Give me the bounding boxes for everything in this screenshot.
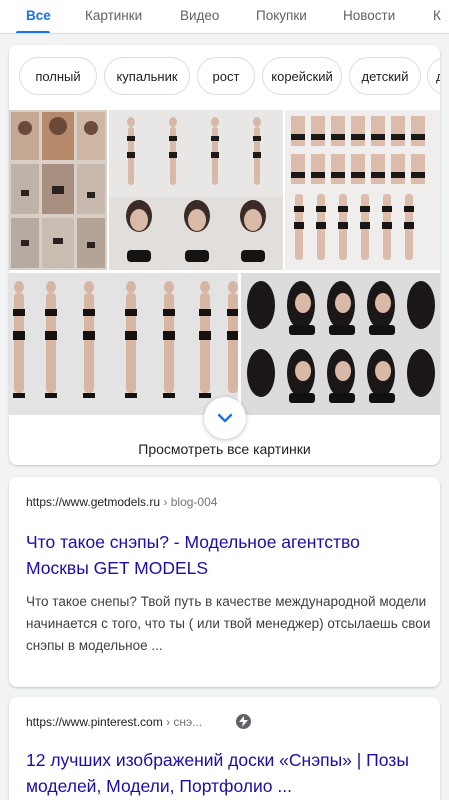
result-snippet: Что такое снепы? Твой путь в качестве ме… (26, 594, 431, 653)
search-result: https://www.getmodels.ru › blog-004 Что … (9, 477, 440, 687)
result-title-link[interactable]: Что такое снэпы? - Модельное агентство М… (26, 529, 426, 581)
result-url-domain: https://www.pinterest.com (26, 715, 163, 729)
chip-kupalnik[interactable]: купальник (104, 57, 190, 95)
result-url[interactable]: https://www.getmodels.ru › blog-004 (26, 495, 217, 509)
result-url-crumb: › blog-004 (163, 495, 218, 509)
images-card: полный купальник рост корейский детский … (9, 45, 440, 465)
active-tab-indicator (16, 31, 50, 33)
search-tabs: Все Картинки Видео Покупки Новости К (0, 0, 449, 34)
expand-images-button[interactable] (204, 397, 246, 439)
result-url[interactable]: https://www.pinterest.com › снэ... (26, 715, 202, 729)
portrait-grid-graphic (247, 281, 435, 403)
tab-news[interactable]: Новости (343, 8, 395, 23)
tab-all[interactable]: Все (26, 8, 51, 23)
model-grid-graphic (291, 116, 425, 260)
chevron-down-icon (217, 413, 233, 423)
chip-koreiskii[interactable]: корейский (262, 57, 342, 95)
chip-polnyi[interactable]: полный (19, 57, 97, 95)
tab-more[interactable]: К (433, 8, 441, 23)
poses-graphic (109, 117, 283, 270)
chip-more[interactable]: д (427, 57, 440, 95)
lineup-graphic (13, 281, 238, 398)
image-thumbnail[interactable] (9, 110, 107, 270)
image-thumbnail[interactable] (109, 110, 283, 270)
chip-rost[interactable]: рост (197, 57, 255, 95)
view-all-images-link[interactable]: Просмотреть все картинки (9, 441, 440, 457)
image-thumbnail[interactable] (285, 110, 440, 270)
image-thumbnail[interactable] (9, 273, 238, 415)
result-url-domain: https://www.getmodels.ru (26, 495, 161, 509)
lightning-glyph (239, 716, 248, 727)
tab-shopping[interactable]: Покупки (256, 8, 307, 23)
refinement-chips: полный купальник рост корейский детский … (9, 57, 440, 97)
tab-video[interactable]: Видео (180, 8, 219, 23)
search-result: https://www.pinterest.com › снэ... 12 лу… (9, 697, 440, 800)
result-url-crumb: › снэ... (166, 715, 203, 729)
tab-images[interactable]: Картинки (85, 8, 142, 23)
amp-lightning-icon (236, 714, 251, 729)
chip-detskii[interactable]: детский (349, 57, 421, 95)
result-title-link[interactable]: 12 лучших изображений доски «Снэпы» | По… (26, 747, 426, 799)
collage-graphic (11, 112, 105, 268)
image-thumbnail[interactable] (241, 273, 440, 415)
